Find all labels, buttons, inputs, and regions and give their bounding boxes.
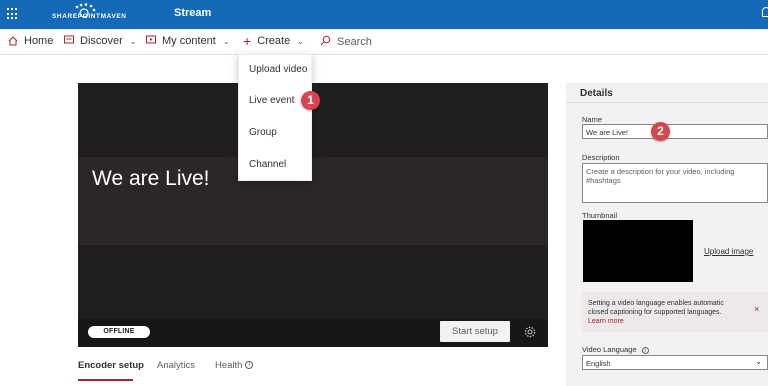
status-badge: OFFLINE (88, 326, 150, 338)
menu-item-channel[interactable]: Channel (249, 159, 286, 170)
start-setup-button[interactable]: Start setup (440, 321, 510, 342)
chevron-down-icon: ⌄ (297, 36, 304, 46)
nav-my-content-label: My content (162, 35, 216, 47)
description-field[interactable]: Create a description for your video, inc… (582, 163, 768, 203)
nav-discover-label: Discover (80, 35, 123, 47)
video-language-label-text: Video Language (582, 345, 637, 354)
active-tab-indicator (78, 379, 133, 381)
nav-create[interactable]: + Create ⌄ (243, 33, 304, 49)
learn-more-link[interactable]: Learn more (588, 318, 624, 325)
search-icon (320, 35, 331, 49)
language-notice: Setting a video language enables automat… (582, 292, 768, 332)
step-badge-2: 2 (651, 122, 670, 141)
upload-image-link[interactable]: Upload image (704, 247, 753, 256)
tab-health-label: Health (215, 360, 243, 371)
app-title[interactable]: Stream (174, 7, 211, 19)
nav-home-label: Home (24, 35, 54, 47)
gear-icon[interactable] (524, 325, 536, 338)
create-menu: Upload video Live event Group Channel (238, 54, 312, 181)
notice-text: Setting a video language enables automat… (588, 299, 738, 326)
video-language-value: English (586, 359, 611, 368)
home-icon (8, 36, 18, 46)
tab-health[interactable]: Health i (215, 360, 254, 371)
nav-search[interactable]: Search (320, 35, 372, 49)
info-icon: i (245, 361, 254, 370)
app-launcher-icon[interactable] (7, 8, 19, 20)
name-field[interactable]: We are Live! (582, 124, 768, 139)
info-icon: i (641, 346, 649, 354)
thumbnail-image (583, 220, 693, 282)
menu-item-group[interactable]: Group (249, 127, 277, 138)
name-label: Name (582, 115, 603, 124)
menu-item-upload-video[interactable]: Upload video (249, 64, 307, 75)
my-content-icon (146, 35, 156, 47)
sharepointmaven-logo[interactable]: SHAREPOINTMAVEN (48, 3, 138, 25)
player-overlay: OFFLINE Start setup (78, 83, 548, 347)
nav-create-label: Create (257, 35, 291, 47)
thumbnail-label: Thumbnail (582, 211, 618, 220)
close-icon[interactable]: × (754, 304, 759, 314)
nav-my-content[interactable]: My content ⌄ (146, 35, 230, 47)
description-label: Description (582, 153, 620, 162)
tab-encoder-setup[interactable]: Encoder setup (78, 360, 144, 371)
nav-home[interactable]: Home (8, 35, 53, 47)
plus-icon: + (243, 33, 252, 49)
chevron-down-icon: ⌄ (755, 357, 762, 366)
menu-item-live-event[interactable]: Live event (249, 95, 295, 106)
notice-message: Setting a video language enables automat… (588, 300, 724, 316)
nav-discover[interactable]: Discover ⌄ (64, 35, 137, 47)
search-input[interactable]: Search (337, 36, 372, 48)
chevron-down-icon: ⌄ (222, 36, 230, 46)
discover-icon (64, 35, 74, 47)
tab-analytics[interactable]: Analytics (157, 360, 195, 371)
chevron-down-icon: ⌄ (129, 36, 137, 46)
video-language-label: Video Language i (582, 345, 649, 354)
video-language-select[interactable]: English ⌄ (582, 355, 768, 370)
step-badge-1: 1 (301, 91, 320, 110)
logo-text: SHAREPOINTMAVEN (52, 13, 127, 20)
